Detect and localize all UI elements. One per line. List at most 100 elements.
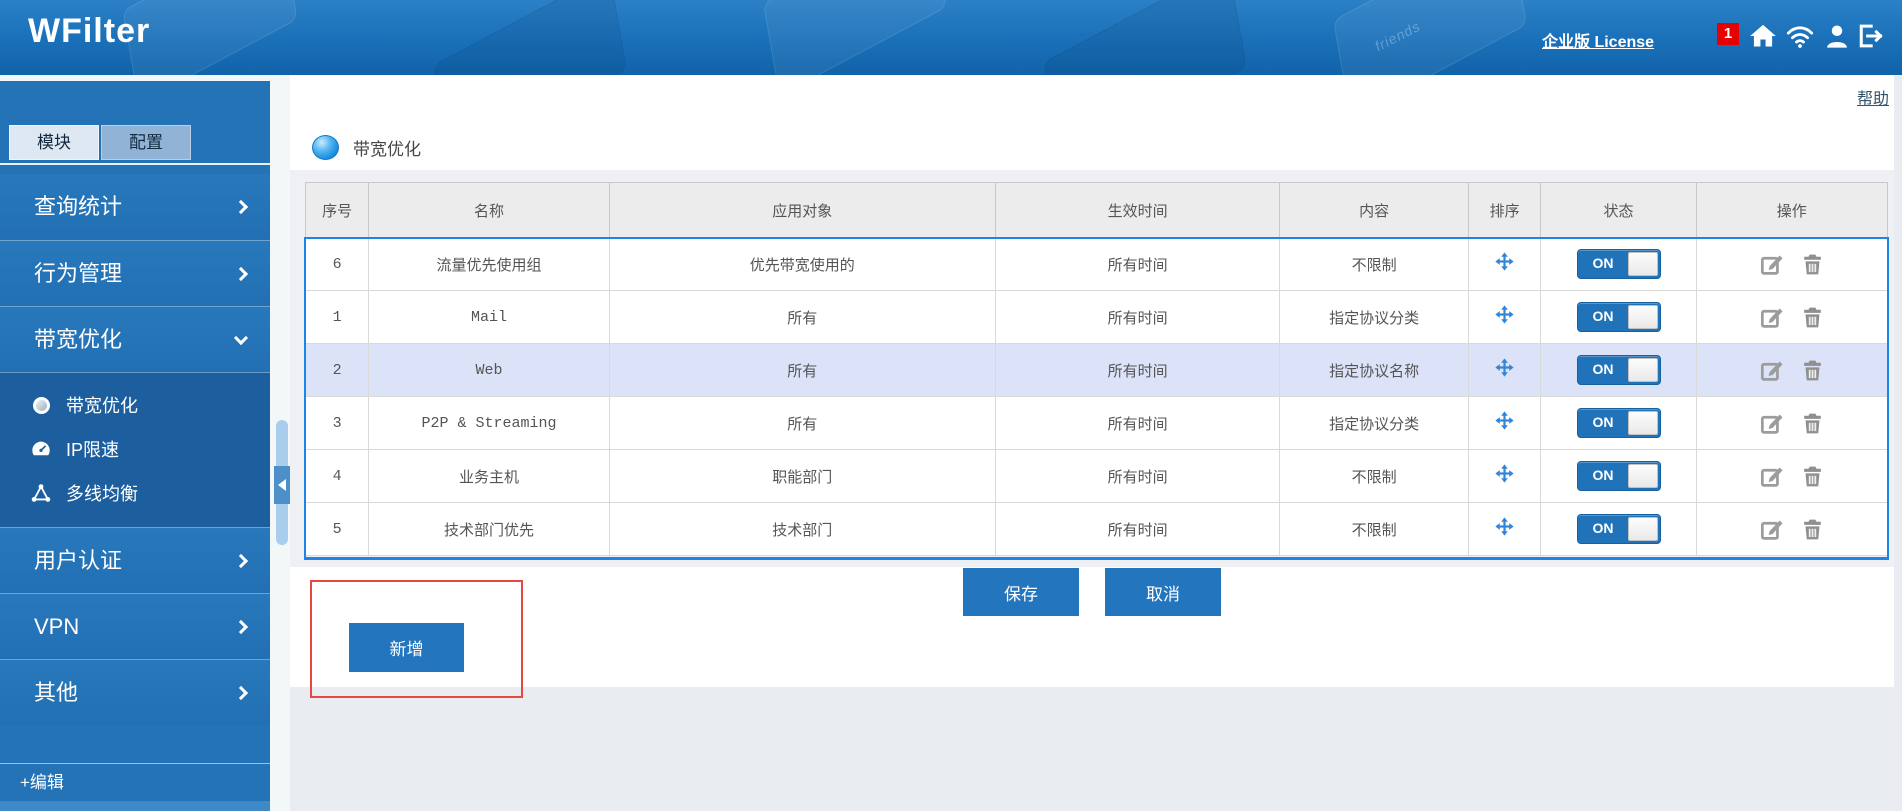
move-row-icon[interactable] — [1495, 358, 1514, 377]
col-header-content: 内容 — [1280, 183, 1468, 238]
home-icon[interactable] — [1749, 22, 1777, 50]
sidebar-item-label: 查询统计 — [34, 194, 122, 219]
edit-icon[interactable] — [1759, 464, 1784, 489]
status-cell: ON — [1541, 503, 1696, 556]
keyboard-key-decor — [1043, 0, 1247, 75]
top-header: friends WFilter 企业版 License 1 — [0, 0, 1902, 75]
sort-cell — [1468, 450, 1541, 503]
seq-cell: 1 — [306, 291, 369, 344]
status-cell: ON — [1541, 238, 1696, 291]
name-cell: 业务主机 — [369, 450, 609, 503]
sidebar-item-bandwidth-opt[interactable]: 带宽优化 — [0, 306, 270, 372]
help-link[interactable]: 帮助 — [1857, 85, 1889, 109]
sort-cell — [1468, 238, 1541, 291]
status-toggle[interactable]: ON — [1577, 302, 1661, 332]
seq-cell: 3 — [306, 397, 369, 450]
content-cell: 不限制 — [1280, 238, 1468, 291]
tab-modules[interactable]: 模块 — [9, 125, 99, 160]
table-row[interactable]: 3P2P & Streaming所有所有时间指定协议分类ON — [306, 397, 1888, 450]
move-row-icon[interactable] — [1495, 411, 1514, 430]
edit-icon[interactable] — [1759, 517, 1784, 542]
table-header-row: 序号 名称 应用对象 生效时间 内容 排序 状态 操作 — [306, 183, 1888, 238]
table-row[interactable]: 2Web所有所有时间指定协议名称ON — [306, 344, 1888, 397]
name-cell: Web — [369, 344, 609, 397]
chevron-right-icon — [234, 553, 248, 567]
sidebar-item-other[interactable]: 其他 — [0, 659, 270, 725]
move-row-icon[interactable] — [1495, 517, 1514, 536]
delete-icon[interactable] — [1800, 411, 1825, 436]
wifi-icon[interactable] — [1786, 22, 1814, 50]
table-row[interactable]: 1Mail所有所有时间指定协议分类ON — [306, 291, 1888, 344]
delete-icon[interactable] — [1800, 517, 1825, 542]
status-cell: ON — [1541, 450, 1696, 503]
sort-cell — [1468, 291, 1541, 344]
operations-cell — [1696, 291, 1887, 344]
sidebar-menu: 查询统计 行为管理 带宽优化 带宽优化 — [0, 174, 270, 725]
rules-table-container: 序号 名称 应用对象 生效时间 内容 排序 状态 操作 6流量优先使用组优先带宽… — [290, 170, 1894, 567]
time-cell: 所有时间 — [995, 344, 1280, 397]
sidebar-edit-link[interactable]: +编辑 — [0, 763, 270, 801]
submenu-item-ip-limit[interactable]: IP限速 — [0, 427, 270, 471]
add-button[interactable]: 新增 — [349, 623, 464, 672]
sidebar-item-behavior-mgmt[interactable]: 行为管理 — [0, 240, 270, 306]
submenu-item-label: 带宽优化 — [66, 392, 138, 418]
sort-cell — [1468, 397, 1541, 450]
submenu-item-multiline-balance[interactable]: 多线均衡 — [0, 471, 270, 515]
col-header-time: 生效时间 — [995, 183, 1280, 238]
sidebar-tabs: 模块 配置 — [9, 125, 191, 160]
chevron-right-icon — [234, 266, 248, 280]
notification-badge[interactable]: 1 — [1717, 23, 1739, 45]
save-button[interactable]: 保存 — [963, 568, 1079, 616]
sidebar-item-vpn[interactable]: VPN — [0, 593, 270, 659]
edit-icon[interactable] — [1759, 358, 1784, 383]
keyboard-key-decor — [763, 0, 947, 75]
table-row[interactable]: 4业务主机职能部门所有时间不限制ON — [306, 450, 1888, 503]
operations-cell — [1696, 503, 1887, 556]
status-cell: ON — [1541, 291, 1696, 344]
sidebar-item-user-auth[interactable]: 用户认证 — [0, 527, 270, 593]
delete-icon[interactable] — [1800, 464, 1825, 489]
time-cell: 所有时间 — [995, 397, 1280, 450]
rules-table: 序号 名称 应用对象 生效时间 内容 排序 状态 操作 6流量优先使用组优先带宽… — [305, 182, 1888, 556]
col-header-ops: 操作 — [1696, 183, 1887, 238]
status-toggle[interactable]: ON — [1577, 408, 1661, 438]
toggle-knob — [1628, 358, 1658, 382]
delete-icon[interactable] — [1800, 358, 1825, 383]
move-row-icon[interactable] — [1495, 464, 1514, 483]
move-row-icon[interactable] — [1495, 252, 1514, 271]
sphere-icon — [30, 394, 52, 416]
cancel-button[interactable]: 取消 — [1105, 568, 1221, 616]
target-cell: 所有 — [609, 291, 995, 344]
edit-icon[interactable] — [1759, 305, 1784, 330]
delete-icon[interactable] — [1800, 305, 1825, 330]
status-cell: ON — [1541, 344, 1696, 397]
move-row-icon[interactable] — [1495, 305, 1514, 324]
toggle-on-label: ON — [1593, 467, 1614, 483]
status-toggle[interactable]: ON — [1577, 249, 1661, 279]
content-cell: 指定协议分类 — [1280, 397, 1468, 450]
gauge-icon — [30, 438, 52, 460]
user-icon[interactable] — [1823, 22, 1851, 50]
submenu-item-bandwidth-opt[interactable]: 带宽优化 — [0, 383, 270, 427]
seq-cell: 2 — [306, 344, 369, 397]
seq-cell: 4 — [306, 450, 369, 503]
operations-cell — [1696, 238, 1887, 291]
sidebar: 模块 配置 查询统计 行为管理 带宽优化 带宽优化 — [0, 75, 270, 811]
status-toggle[interactable]: ON — [1577, 514, 1661, 544]
table-row[interactable]: 5技术部门优先技术部门所有时间不限制ON — [306, 503, 1888, 556]
status-toggle[interactable]: ON — [1577, 461, 1661, 491]
license-link[interactable]: 企业版 License — [1542, 28, 1654, 52]
delete-icon[interactable] — [1800, 252, 1825, 277]
edit-icon[interactable] — [1759, 411, 1784, 436]
sidebar-collapse-handle[interactable] — [274, 466, 290, 504]
tab-config[interactable]: 配置 — [101, 125, 191, 160]
edit-icon[interactable] — [1759, 252, 1784, 277]
toggle-on-label: ON — [1593, 414, 1614, 430]
table-row[interactable]: 6流量优先使用组优先带宽使用的所有时间不限制ON — [306, 238, 1888, 291]
toggle-knob — [1628, 517, 1658, 541]
chevron-right-icon — [234, 200, 248, 214]
content-cell: 不限制 — [1280, 503, 1468, 556]
sidebar-item-query-stats[interactable]: 查询统计 — [0, 174, 270, 240]
logout-icon[interactable] — [1856, 22, 1884, 50]
status-toggle[interactable]: ON — [1577, 355, 1661, 385]
